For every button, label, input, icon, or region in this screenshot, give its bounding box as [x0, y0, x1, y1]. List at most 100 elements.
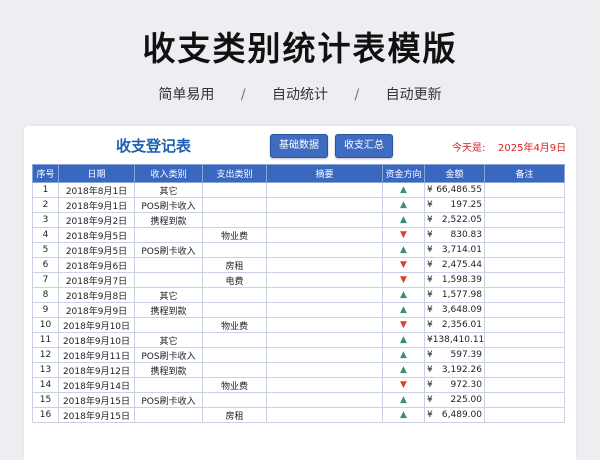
cell-no[interactable]: 2: [32, 197, 59, 213]
cell-direction[interactable]: ▲: [382, 242, 425, 258]
cell-expense[interactable]: 物业费: [202, 227, 267, 243]
cell-amount[interactable]: ¥2,475.44: [424, 257, 485, 273]
cell-amount[interactable]: ¥2,356.01: [424, 317, 485, 333]
cell-no[interactable]: 7: [32, 272, 59, 288]
cell-direction[interactable]: ▲: [382, 197, 425, 213]
cell-amount[interactable]: ¥972.30: [424, 377, 485, 393]
cell-note[interactable]: [484, 317, 565, 333]
cell-no[interactable]: 4: [32, 227, 59, 243]
cell-summary[interactable]: [266, 347, 383, 363]
cell-amount[interactable]: ¥3,714.01: [424, 242, 485, 258]
cell-date[interactable]: 2018年9月11日: [58, 347, 135, 363]
cell-summary[interactable]: [266, 377, 383, 393]
cell-direction[interactable]: ▲: [382, 182, 425, 198]
cell-note[interactable]: [484, 212, 565, 228]
cell-expense[interactable]: 房租: [202, 407, 267, 423]
cell-expense[interactable]: 物业费: [202, 377, 267, 393]
col-header-date[interactable]: 日期: [58, 164, 135, 183]
cell-income[interactable]: [134, 377, 203, 393]
cell-expense[interactable]: 电费: [202, 272, 267, 288]
cell-note[interactable]: [484, 362, 565, 378]
cell-date[interactable]: 2018年9月7日: [58, 272, 135, 288]
cell-direction[interactable]: ▲: [382, 347, 425, 363]
cell-direction[interactable]: ▲: [382, 332, 425, 348]
cell-income[interactable]: 携程到款: [134, 362, 203, 378]
cell-date[interactable]: 2018年9月5日: [58, 242, 135, 258]
cell-no[interactable]: 11: [32, 332, 59, 348]
cell-direction[interactable]: ▼: [382, 317, 425, 333]
cell-amount[interactable]: ¥1,598.39: [424, 272, 485, 288]
cell-date[interactable]: 2018年9月12日: [58, 362, 135, 378]
cell-note[interactable]: [484, 257, 565, 273]
cell-date[interactable]: 2018年9月15日: [58, 407, 135, 423]
cell-summary[interactable]: [266, 302, 383, 318]
cell-expense[interactable]: [202, 242, 267, 258]
cell-date[interactable]: 2018年9月10日: [58, 332, 135, 348]
cell-summary[interactable]: [266, 182, 383, 198]
cell-amount[interactable]: ¥225.00: [424, 392, 485, 408]
cell-no[interactable]: 6: [32, 257, 59, 273]
cell-income[interactable]: POS刷卡收入: [134, 347, 203, 363]
cell-no[interactable]: 8: [32, 287, 59, 303]
cell-date[interactable]: 2018年9月1日: [58, 197, 135, 213]
cell-expense[interactable]: 物业费: [202, 317, 267, 333]
col-header-summary[interactable]: 摘要: [266, 164, 383, 183]
cell-expense[interactable]: [202, 332, 267, 348]
cell-income[interactable]: POS刷卡收入: [134, 242, 203, 258]
cell-note[interactable]: [484, 182, 565, 198]
col-header-no[interactable]: 序号: [32, 164, 59, 183]
cell-note[interactable]: [484, 227, 565, 243]
col-header-direction[interactable]: 资金方向: [382, 164, 425, 183]
cell-date[interactable]: 2018年9月10日: [58, 317, 135, 333]
cell-expense[interactable]: 房租: [202, 257, 267, 273]
cell-no[interactable]: 14: [32, 377, 59, 393]
basic-data-button[interactable]: 基础数据: [270, 134, 328, 158]
cell-direction[interactable]: ▲: [382, 287, 425, 303]
cell-income[interactable]: 携程到款: [134, 302, 203, 318]
cell-no[interactable]: 5: [32, 242, 59, 258]
col-header-income[interactable]: 收入类别: [134, 164, 203, 183]
cell-amount[interactable]: ¥197.25: [424, 197, 485, 213]
cell-note[interactable]: [484, 332, 565, 348]
cell-expense[interactable]: [202, 302, 267, 318]
cell-amount[interactable]: ¥830.83: [424, 227, 485, 243]
cell-amount[interactable]: ¥3,648.09: [424, 302, 485, 318]
cell-summary[interactable]: [266, 227, 383, 243]
cell-summary[interactable]: [266, 317, 383, 333]
cell-income[interactable]: [134, 317, 203, 333]
summary-button[interactable]: 收支汇总: [335, 134, 393, 158]
cell-income[interactable]: 携程到款: [134, 212, 203, 228]
cell-summary[interactable]: [266, 197, 383, 213]
cell-income[interactable]: [134, 407, 203, 423]
cell-direction[interactable]: ▼: [382, 227, 425, 243]
cell-direction[interactable]: ▼: [382, 272, 425, 288]
cell-direction[interactable]: ▲: [382, 407, 425, 423]
cell-date[interactable]: 2018年9月15日: [58, 392, 135, 408]
cell-no[interactable]: 13: [32, 362, 59, 378]
cell-direction[interactable]: ▲: [382, 212, 425, 228]
cell-expense[interactable]: [202, 347, 267, 363]
cell-note[interactable]: [484, 272, 565, 288]
cell-note[interactable]: [484, 377, 565, 393]
cell-summary[interactable]: [266, 212, 383, 228]
cell-amount[interactable]: ¥138,410.11: [424, 332, 485, 348]
cell-income[interactable]: 其它: [134, 287, 203, 303]
cell-expense[interactable]: [202, 287, 267, 303]
cell-amount[interactable]: ¥2,522.05: [424, 212, 485, 228]
cell-direction[interactable]: ▼: [382, 377, 425, 393]
cell-date[interactable]: 2018年9月14日: [58, 377, 135, 393]
cell-no[interactable]: 12: [32, 347, 59, 363]
cell-expense[interactable]: [202, 392, 267, 408]
cell-expense[interactable]: [202, 212, 267, 228]
cell-date[interactable]: 2018年9月6日: [58, 257, 135, 273]
cell-income[interactable]: [134, 227, 203, 243]
cell-amount[interactable]: ¥1,577.98: [424, 287, 485, 303]
cell-income[interactable]: POS刷卡收入: [134, 392, 203, 408]
cell-income[interactable]: [134, 257, 203, 273]
cell-direction[interactable]: ▼: [382, 257, 425, 273]
cell-date[interactable]: 2018年9月8日: [58, 287, 135, 303]
cell-amount[interactable]: ¥66,486.55: [424, 182, 485, 198]
cell-summary[interactable]: [266, 332, 383, 348]
cell-expense[interactable]: [202, 182, 267, 198]
cell-summary[interactable]: [266, 287, 383, 303]
